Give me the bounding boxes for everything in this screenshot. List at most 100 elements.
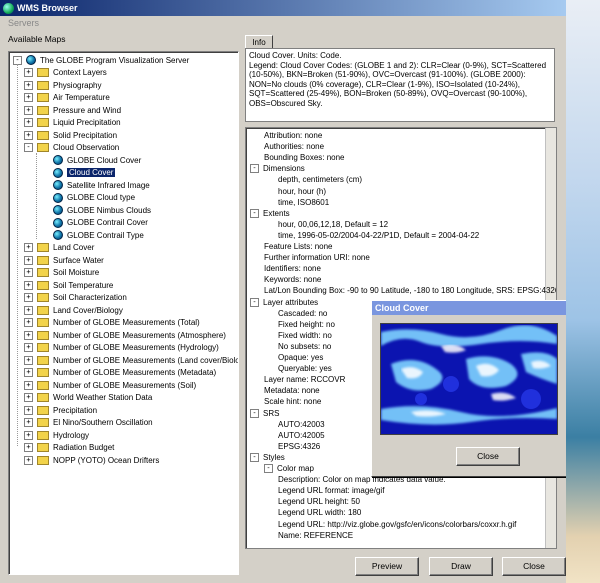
property-row[interactable]: - Extents	[250, 208, 290, 219]
expand-toggle[interactable]: +	[24, 293, 33, 302]
tree-folder-item[interactable]: + Surface Water	[24, 254, 104, 266]
expand-toggle[interactable]: +	[24, 305, 33, 315]
property-row[interactable]: - Dimensions	[250, 163, 305, 174]
tree-folder-item[interactable]: + Soil Moisture	[24, 267, 99, 279]
expand-toggle[interactable]: +	[24, 455, 33, 465]
tree-folder-item[interactable]: + World Weather Station Data	[24, 392, 152, 404]
collapse-toggle[interactable]: -	[24, 143, 33, 152]
expand-toggle[interactable]: +	[24, 68, 33, 77]
tree-layer-item[interactable]: Cloud Cover	[53, 167, 116, 179]
tree-item-label: GLOBE Contrail Cover	[67, 218, 148, 227]
expand-toggle[interactable]: +	[24, 243, 33, 252]
tree-folder-item[interactable]: + Radiation Budget	[24, 442, 114, 454]
tree-layer-item[interactable]: Satellite Infrared Image	[53, 179, 150, 191]
map-tree[interactable]: - The GLOBE Program Visualization Server +…	[8, 51, 239, 575]
property-row[interactable]: - Styles	[250, 452, 285, 463]
tree-layer-item[interactable]: GLOBE Cloud Cover	[53, 154, 141, 166]
tree-folder-item[interactable]: - Cloud Observation	[24, 142, 119, 154]
property-text: Attribution: none	[264, 131, 323, 140]
collapse-toggle[interactable]: -	[250, 164, 259, 174]
tree-layer-item[interactable]: GLOBE Contrail Type	[53, 229, 144, 241]
expand-toggle[interactable]: +	[24, 418, 33, 427]
title-bar: WMS Browser	[0, 0, 566, 16]
collapse-toggle[interactable]: -	[250, 297, 259, 307]
folder-icon	[37, 368, 49, 377]
dialog-close-button[interactable]: Close	[456, 447, 520, 466]
folder-icon	[37, 243, 49, 252]
expand-toggle[interactable]: +	[24, 268, 33, 277]
tree-item-label: Precipitation	[53, 405, 98, 415]
expand-toggle[interactable]: +	[24, 355, 33, 365]
layer-globe-icon	[53, 192, 63, 203]
property-row[interactable]: - SRS	[250, 408, 279, 419]
tree-folder-item[interactable]: + Number of GLOBE Measurements (Atmospher…	[24, 329, 226, 341]
expand-toggle[interactable]: +	[24, 330, 33, 340]
expand-toggle[interactable]: +	[24, 405, 33, 415]
tree-folder-item[interactable]: + Physiography	[24, 79, 101, 91]
collapse-toggle[interactable]: -	[250, 408, 259, 418]
tab-info[interactable]: Info	[245, 35, 273, 49]
expand-toggle[interactable]: +	[24, 280, 33, 290]
tree-folder-item[interactable]: + Number of GLOBE Measurements (Total)	[24, 317, 200, 329]
property-text: Name: REFERENCE	[278, 530, 354, 540]
close-button[interactable]: Close	[502, 557, 566, 576]
property-row[interactable]: - Layer attributes	[250, 297, 318, 308]
tree-item-label: Soil Characterization	[53, 293, 127, 302]
tree-layer-item[interactable]: GLOBE Contrail Cover	[53, 217, 148, 229]
cloud-cover-preview-dialog: Cloud Cover Close	[371, 300, 566, 477]
property-text: No subsets: no	[278, 341, 332, 351]
collapse-toggle[interactable]: -	[250, 452, 259, 462]
tree-folder-item[interactable]: + Pressure and Wind	[24, 104, 121, 116]
tree-folder-item[interactable]: + Precipitation	[24, 404, 97, 416]
window-title: WMS Browser	[17, 3, 78, 13]
layer-globe-icon	[53, 205, 63, 215]
tree-folder-item[interactable]: + El Nino/Southern Oscillation	[24, 417, 153, 429]
expand-toggle[interactable]: +	[24, 93, 33, 102]
draw-button[interactable]: Draw	[429, 557, 493, 576]
property-text: Extents	[263, 208, 290, 218]
tree-folder-item[interactable]: + Context Layers	[24, 67, 107, 79]
tree-folder-item[interactable]: + Soil Characterization	[24, 292, 127, 304]
expand-toggle[interactable]: +	[24, 430, 33, 440]
expand-toggle[interactable]: +	[24, 80, 33, 90]
collapse-toggle[interactable]: -	[250, 208, 259, 218]
expand-toggle[interactable]: +	[24, 443, 33, 452]
menu-servers[interactable]: Servers	[8, 18, 39, 28]
expand-toggle[interactable]: +	[24, 393, 33, 402]
tree-layer-item[interactable]: GLOBE Nimbus Clouds	[53, 204, 151, 216]
preview-button[interactable]: Preview	[355, 557, 419, 576]
tree-folder-item[interactable]: + Soil Temperature	[24, 279, 113, 291]
expand-toggle[interactable]: +	[24, 255, 33, 265]
expand-toggle[interactable]: +	[24, 118, 33, 127]
tree-folder-item[interactable]: + Air Temperature	[24, 92, 110, 104]
tree-folder-item[interactable]: + Number of GLOBE Measurements (Metadata)	[24, 367, 216, 379]
layer-globe-icon	[53, 180, 63, 190]
expand-toggle[interactable]: +	[24, 105, 33, 115]
tree-item-label: NOPP (YOTO) Ocean Drifters	[53, 455, 160, 465]
tree-item-label: Soil Moisture	[53, 268, 100, 277]
tree-folder-item[interactable]: + Solid Precipitation	[24, 129, 117, 141]
expand-toggle[interactable]: +	[24, 368, 33, 377]
tree-item-label: Air Temperature	[53, 93, 110, 102]
collapse-toggle[interactable]: -	[264, 464, 273, 473]
property-row: Keywords: none	[264, 274, 321, 285]
tree-folder-item[interactable]: + Number of GLOBE Measurements (Land cove…	[24, 354, 238, 366]
tree-item-label: Satellite Infrared Image	[67, 180, 150, 190]
tree-folder-item[interactable]: + Number of GLOBE Measurements (Hydrology…	[24, 342, 219, 354]
tree-folder-item[interactable]: + Hydrology	[24, 429, 89, 441]
property-row[interactable]: - Color map	[264, 463, 314, 474]
expand-toggle[interactable]: +	[24, 380, 33, 390]
tree-folder-item[interactable]: + Land Cover/Biology	[24, 304, 123, 316]
tree-layer-item[interactable]: GLOBE Cloud type	[53, 192, 135, 204]
tree-folder-item[interactable]: + Number of GLOBE Measurements (Soil)	[24, 379, 196, 391]
property-text: Layer name: RCCOVR	[264, 375, 346, 385]
tree-folder-item[interactable]: + Liquid Precipitation	[24, 117, 121, 129]
tree-folder-item[interactable]: + Land Cover	[24, 242, 94, 254]
expand-toggle[interactable]: +	[24, 130, 33, 140]
expand-toggle[interactable]: +	[24, 318, 33, 327]
folder-icon	[37, 380, 49, 390]
expand-toggle[interactable]: +	[24, 343, 33, 352]
tree-folder-item[interactable]: + NOPP (YOTO) Ocean Drifters	[24, 454, 159, 466]
property-text: Authorities: none	[264, 142, 325, 152]
tree-root[interactable]: - The GLOBE Program Visualization Server	[13, 54, 189, 66]
